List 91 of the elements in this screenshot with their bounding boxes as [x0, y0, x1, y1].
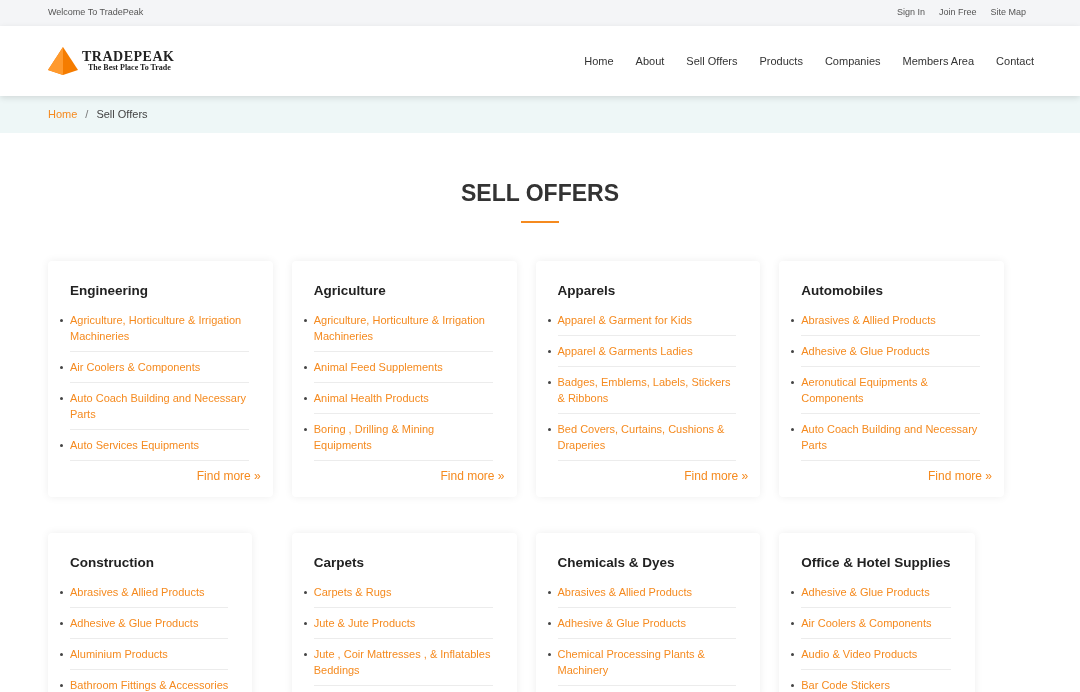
pyramid-logo-icon: [46, 46, 80, 76]
welcome-text: Welcome To TradePeak: [48, 6, 144, 20]
breadcrumb-link[interactable]: Home: [48, 106, 78, 123]
bullet-icon: [791, 684, 795, 687]
category-link[interactable]: Boring , Drilling & Mining Equipments: [313, 421, 493, 453]
top-link[interactable]: Sign In: [896, 6, 925, 20]
category-link[interactable]: Abrasives & Allied Products: [801, 312, 980, 328]
bullet-icon: [303, 397, 307, 400]
breadcrumb-separator: /: [85, 107, 89, 123]
category-link[interactable]: Bar Code Stickers: [801, 677, 951, 692]
bullet-icon: [791, 350, 795, 353]
category-link[interactable]: Air Coolers & Components: [801, 615, 951, 631]
bullet-icon: [60, 684, 63, 687]
category-link[interactable]: Bathroom Fittings & Accessories: [70, 677, 229, 692]
breadcrumb-current: Sell Offers: [96, 107, 148, 123]
nav-link[interactable]: Home: [584, 52, 614, 70]
find-more-link[interactable]: Find more »: [927, 467, 992, 485]
bullet-icon: [60, 653, 63, 656]
nav-link[interactable]: Sell Offers: [686, 52, 738, 70]
category-link[interactable]: Carpets & Rugs: [313, 584, 493, 600]
category-link[interactable]: Apparel & Garments Ladies: [557, 343, 737, 359]
category-link[interactable]: Agriculture, Horticulture & Irrigation Machineries: [313, 312, 493, 344]
find-more-link[interactable]: Find more »: [440, 467, 505, 485]
bullet-icon: [547, 350, 551, 353]
category-heading: Construction: [70, 554, 155, 572]
category-link[interactable]: Abrasives & Allied Products: [557, 584, 737, 600]
category-link[interactable]: Auto Coach Building and Necessary Parts: [70, 390, 249, 422]
page-title: SELL OFFERS: [460, 179, 619, 208]
category-heading: Office & Hotel Supplies: [801, 554, 951, 572]
category-heading: Apparels: [557, 282, 617, 300]
bullet-icon: [547, 319, 551, 322]
category-link[interactable]: Apparel & Garment for Kids: [557, 312, 737, 328]
category-link[interactable]: Air Coolers & Components: [70, 359, 249, 375]
bullet-icon: [60, 591, 63, 594]
category-heading: Chemicals & Dyes: [557, 554, 676, 572]
bullet-icon: [303, 428, 307, 431]
category-link[interactable]: Audio & Video Products: [801, 646, 951, 662]
category-link[interactable]: Agriculture, Horticulture & Irrigation Machineries: [70, 312, 249, 344]
category-heading: Automobiles: [801, 282, 884, 300]
category-link[interactable]: Badges, Emblems, Labels, Stickers & Ribbons: [557, 374, 737, 406]
category-link[interactable]: Aeronutical Equipments & Components: [801, 374, 980, 406]
category-heading: Engineering: [70, 282, 149, 300]
bullet-icon: [60, 444, 63, 447]
category-heading: Agriculture: [313, 282, 387, 300]
bullet-icon: [547, 591, 551, 594]
category-link[interactable]: Aluminium Products: [70, 646, 229, 662]
find-more-link[interactable]: Find more »: [196, 467, 261, 485]
bullet-icon: [791, 622, 795, 625]
bullet-icon: [303, 319, 307, 322]
category-link[interactable]: Adhesive & Glue Products: [557, 615, 737, 631]
nav-link[interactable]: About: [635, 52, 665, 70]
bullet-icon: [791, 428, 795, 431]
category-link[interactable]: Auto Services Equipments: [70, 437, 249, 453]
logo-tagline: The Best Place To Trade: [87, 64, 172, 72]
bullet-icon: [303, 622, 307, 625]
nav-link[interactable]: Companies: [824, 52, 881, 70]
category-link[interactable]: Auto Coach Building and Necessary Parts: [801, 421, 980, 453]
top-link[interactable]: Site Map: [990, 6, 1026, 20]
logo-text: TRADEPEAK: [82, 50, 175, 64]
category-link[interactable]: Bed Covers, Curtains, Cushions & Draperies: [557, 421, 737, 453]
category-heading: Carpets: [313, 554, 366, 572]
category-link[interactable]: Adhesive & Glue Products: [801, 584, 951, 600]
bullet-icon: [303, 591, 307, 594]
title-underline: [521, 221, 559, 223]
bullet-icon: [303, 653, 307, 656]
category-link[interactable]: Adhesive & Glue Products: [801, 343, 980, 359]
nav-link[interactable]: Members Area: [902, 52, 975, 70]
category-link[interactable]: Jute & Jute Products: [313, 615, 493, 631]
category-link[interactable]: Animal Health Products: [313, 390, 493, 406]
bullet-icon: [547, 653, 551, 656]
category-link[interactable]: Jute , Coir Mattresses , & Inflatables Beddings: [313, 646, 493, 678]
bullet-icon: [791, 591, 795, 594]
find-more-link[interactable]: Find more »: [684, 467, 749, 485]
bullet-icon: [547, 381, 551, 384]
bullet-icon: [547, 622, 551, 625]
bullet-icon: [60, 622, 63, 625]
nav-link[interactable]: Contact: [996, 52, 1034, 70]
category-link[interactable]: Abrasives & Allied Products: [70, 584, 229, 600]
bullet-icon: [791, 653, 795, 656]
top-link[interactable]: Join Free: [938, 6, 977, 20]
category-link[interactable]: Adhesive & Glue Products: [70, 615, 229, 631]
bullet-icon: [60, 319, 63, 322]
category-link[interactable]: Chemical Processing Plants & Machinery: [557, 646, 737, 678]
bullet-icon: [791, 381, 795, 384]
bullet-icon: [60, 366, 63, 369]
bullet-icon: [791, 319, 795, 322]
bullet-icon: [60, 397, 63, 400]
bullet-icon: [303, 366, 307, 369]
category-link[interactable]: Animal Feed Supplements: [313, 359, 493, 375]
bullet-icon: [547, 428, 551, 431]
nav-link[interactable]: Products: [759, 52, 803, 70]
